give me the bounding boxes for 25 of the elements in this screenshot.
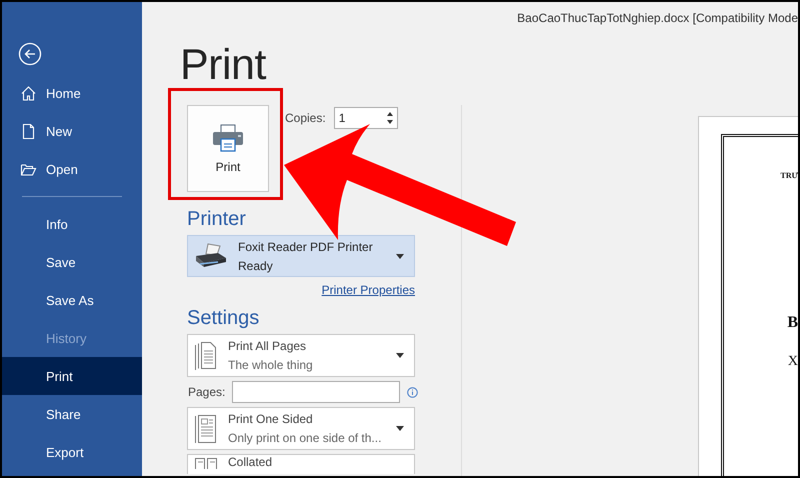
menu-item[interactable]: Home <box>2 74 142 112</box>
settings-heading: Settings <box>187 307 260 330</box>
copies-spinner[interactable]: 1 <box>334 107 398 129</box>
document-text: B <box>787 314 798 332</box>
pages-label: Pages: <box>188 385 226 399</box>
page-title: Print <box>180 41 266 90</box>
settings-dropdown[interactable]: Print All Pages The whole thing <box>187 334 415 377</box>
menu-item[interactable]: Info <box>2 205 142 243</box>
menu-item[interactable]: Save <box>2 243 142 281</box>
printer-heading: Printer <box>187 208 247 231</box>
copies-label: Copies: <box>285 111 326 125</box>
print-button[interactable]: Print <box>187 105 269 192</box>
menu-item[interactable]: Export <box>2 433 142 471</box>
settings-dropdown[interactable]: Print One Sided Only print on one side of th... <box>187 407 415 450</box>
menu-item[interactable]: New <box>2 112 142 150</box>
menu-item[interactable]: Open <box>2 150 142 188</box>
printer-properties-link[interactable]: Printer Properties <box>322 283 415 297</box>
menu-item[interactable]: Print <box>2 357 142 395</box>
document-text: X <box>788 354 798 370</box>
printer-dropdown[interactable]: Foxit Reader PDF Printer Ready <box>187 235 415 277</box>
document-text: TRƯ <box>780 171 798 180</box>
settings-dropdown[interactable]: Collated <box>187 454 415 474</box>
menu-item[interactable]: Share <box>2 395 142 433</box>
menu-item[interactable]: Save As <box>2 281 142 319</box>
window-title: BaoCaoThucTapTotNghiep.docx [Compatibility Mode <box>517 11 798 25</box>
